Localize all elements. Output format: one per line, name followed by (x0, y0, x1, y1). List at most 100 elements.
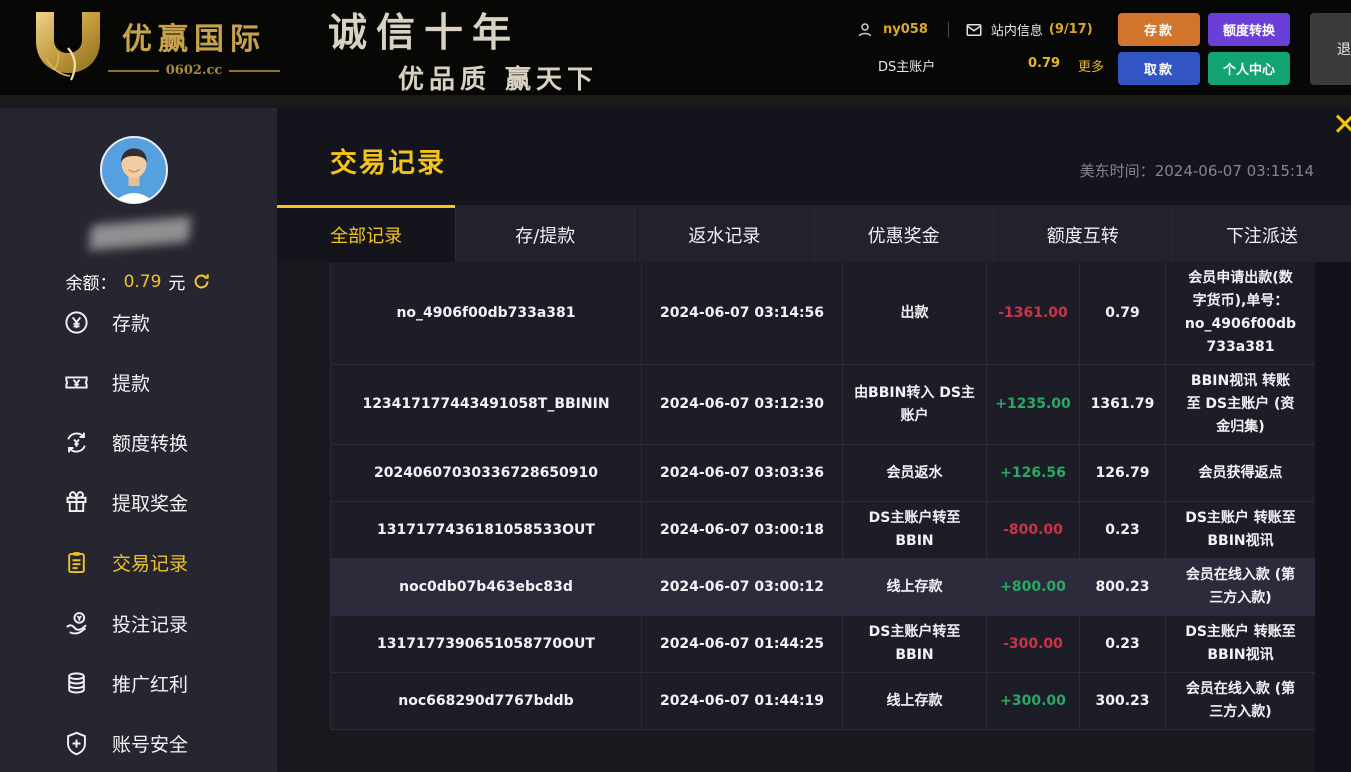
tab-bar: 全部记录存/提款返水记录优惠奖金额度互转下注派送 (277, 205, 1351, 262)
tab-rebate[interactable]: 返水记录 (634, 205, 813, 262)
cell-balance: 1361.79 (1080, 365, 1166, 444)
sidebar-item-label: 交易记录 (112, 549, 188, 576)
tab-bet-dispatch[interactable]: 下注派送 (1172, 205, 1351, 262)
quota-transfer-button[interactable]: 额度转换 (1208, 13, 1290, 46)
hand-coin-icon (63, 610, 90, 637)
balance-value: 0.79 (124, 272, 162, 292)
timezone-timestamp: 美东时间：2024-06-07 03:15:14 (1080, 160, 1314, 181)
cell-balance: 300.23 (1080, 673, 1166, 729)
cell-amount: +1235.00 (987, 365, 1080, 444)
sidebar-item-bonus-withdraw[interactable]: 提取奖金 (0, 473, 277, 533)
gift-icon (63, 489, 90, 516)
sidebar-item-label: 账号安全 (112, 730, 188, 757)
timestamp: 2024-06-07 03:15:14 (1155, 162, 1314, 180)
cell-type: 线上存款 (843, 673, 987, 729)
table-row: 202406070303367286509102024-06-07 03:03:… (330, 445, 1316, 502)
cell-remark: DS主账户 转账至 BBIN视讯 (1166, 502, 1316, 558)
panel-header: 交易记录 美东时间：2024-06-07 03:15:14 ✕ (277, 108, 1351, 205)
cell-remark: 会员在线入款 (第三方入款) (1166, 673, 1316, 729)
scrollbar-track[interactable] (1315, 262, 1351, 772)
close-icon[interactable]: ✕ (1332, 110, 1351, 141)
cell-amount: -800.00 (987, 502, 1080, 558)
cell-amount: -1361.00 (987, 262, 1080, 364)
tab-deposit-withdraw[interactable]: 存/提款 (455, 205, 634, 262)
profile-button[interactable]: 个人中心 (1208, 52, 1290, 85)
cell-balance: 0.79 (1080, 262, 1166, 364)
brand-dash-right (229, 70, 280, 72)
brand-block[interactable]: 优赢国际 0602.cc (108, 14, 280, 78)
coins-icon (63, 670, 90, 697)
brand-logo-icon[interactable] (28, 8, 108, 88)
deposit-button[interactable]: 存款 (1118, 13, 1200, 46)
cell-amount: +300.00 (987, 673, 1080, 729)
coin-yen-icon (63, 309, 90, 336)
sidebar-item-transactions[interactable]: 交易记录 (0, 533, 277, 593)
logout-button[interactable]: 退出 (1310, 13, 1351, 85)
cell-amount: +126.56 (987, 445, 1080, 501)
withdraw-button[interactable]: 取款 (1118, 52, 1200, 85)
cell-amount: -300.00 (987, 616, 1080, 672)
header-buttons: 存款 额度转换 取款 个人中心 (1118, 13, 1290, 85)
sidebar-item-label: 存款 (112, 309, 150, 336)
balance-label: 余额： (66, 269, 117, 294)
cell-order: 123417177443491058T_BBININ (330, 365, 642, 444)
cell-remark: 会员获得返点 (1166, 445, 1316, 501)
main-panel: 交易记录 美东时间：2024-06-07 03:15:14 ✕ 全部记录存/提款… (277, 108, 1351, 772)
sidebar-item-account-security[interactable]: 账号安全 (0, 713, 277, 772)
refresh-icon[interactable] (192, 272, 211, 291)
messages-link[interactable]: 站内信息 (991, 20, 1043, 39)
tab-all[interactable]: 全部记录 (277, 205, 455, 262)
sidebar-item-deposit[interactable]: 存款 (0, 292, 277, 352)
cell-type: 线上存款 (843, 559, 987, 615)
tab-quota-transfer[interactable]: 额度互转 (993, 205, 1172, 262)
cell-balance: 0.23 (1080, 502, 1166, 558)
sidebar-item-label: 额度转换 (112, 429, 188, 456)
sidebar-item-label: 推广红利 (112, 670, 188, 697)
slogan-sub: 优品质 赢天下 (398, 59, 598, 96)
messages-count: (9/17) (1049, 22, 1093, 37)
censored-username (89, 216, 191, 250)
cell-type: 会员返水 (843, 445, 987, 501)
brand-domain-row: 0602.cc (108, 63, 280, 78)
sidebar-item-quota-convert[interactable]: 额度转换 (0, 412, 277, 472)
balance-row: 余额： 0.79 元 (0, 269, 277, 294)
more-link[interactable]: 更多 (1078, 56, 1104, 75)
sidebar-item-bets[interactable]: 投注记录 (0, 593, 277, 653)
header-divider (0, 95, 1351, 108)
cell-time: 2024-06-07 01:44:25 (642, 616, 843, 672)
cell-order: 1317177436181058533OUT (330, 502, 642, 558)
cell-order: 1317177390651058770OUT (330, 616, 642, 672)
table-row: 1317177436181058533OUT2024-06-07 03:00:1… (330, 502, 1316, 559)
brand-name: 优赢国际 (108, 14, 280, 58)
sidebar-item-promo-bonus[interactable]: 推广红利 (0, 653, 277, 713)
balance-unit: 元 (168, 269, 185, 294)
cell-time: 2024-06-07 03:00:12 (642, 559, 843, 615)
shield-icon (63, 730, 90, 757)
table-row: no_4906f00db733a3812024-06-07 03:14:56出款… (330, 262, 1316, 365)
cell-balance: 800.23 (1080, 559, 1166, 615)
cell-remark: 会员在线入款 (第三方入款) (1166, 559, 1316, 615)
sidebar: 余额： 0.79 元 存款提款额度转换提取奖金交易记录投注记录推广红利账号安全 (0, 108, 277, 772)
sidebar-item-withdraw[interactable]: 提款 (0, 352, 277, 412)
page-title: 交易记录 (330, 141, 446, 180)
avatar[interactable] (99, 135, 169, 205)
slogan-block: 诚信十年 优品质 赢天下 (328, 2, 598, 96)
cell-order: no_4906f00db733a381 (330, 262, 642, 364)
cell-balance: 0.23 (1080, 616, 1166, 672)
page: 优赢国际 0602.cc 诚信十年 优品质 赢天下 ny058 站内信息 (9/… (0, 0, 1351, 772)
timezone-label: 美东时间： (1080, 162, 1155, 180)
tab-bonus[interactable]: 优惠奖金 (814, 205, 993, 262)
cell-amount: +800.00 (987, 559, 1080, 615)
table-row: 123417177443491058T_BBININ2024-06-07 03:… (330, 365, 1316, 445)
account-balance: 0.79 (1028, 56, 1060, 71)
cell-remark: 会员申请出款(数字货币),单号：no_4906f00db733a381 (1166, 262, 1316, 364)
table-row: noc668290d7767bddb2024-06-07 01:44:19线上存… (330, 673, 1316, 730)
cell-time: 2024-06-07 03:14:56 (642, 262, 843, 364)
sidebar-item-label: 提取奖金 (112, 489, 188, 516)
top-header: 优赢国际 0602.cc 诚信十年 优品质 赢天下 ny058 站内信息 (9/… (0, 0, 1351, 95)
cell-time: 2024-06-07 03:03:36 (642, 445, 843, 501)
username: ny058 (883, 22, 928, 37)
exchange-icon (63, 429, 90, 456)
cell-balance: 126.79 (1080, 445, 1166, 501)
cell-type: DS主账户转至 BBIN (843, 616, 987, 672)
